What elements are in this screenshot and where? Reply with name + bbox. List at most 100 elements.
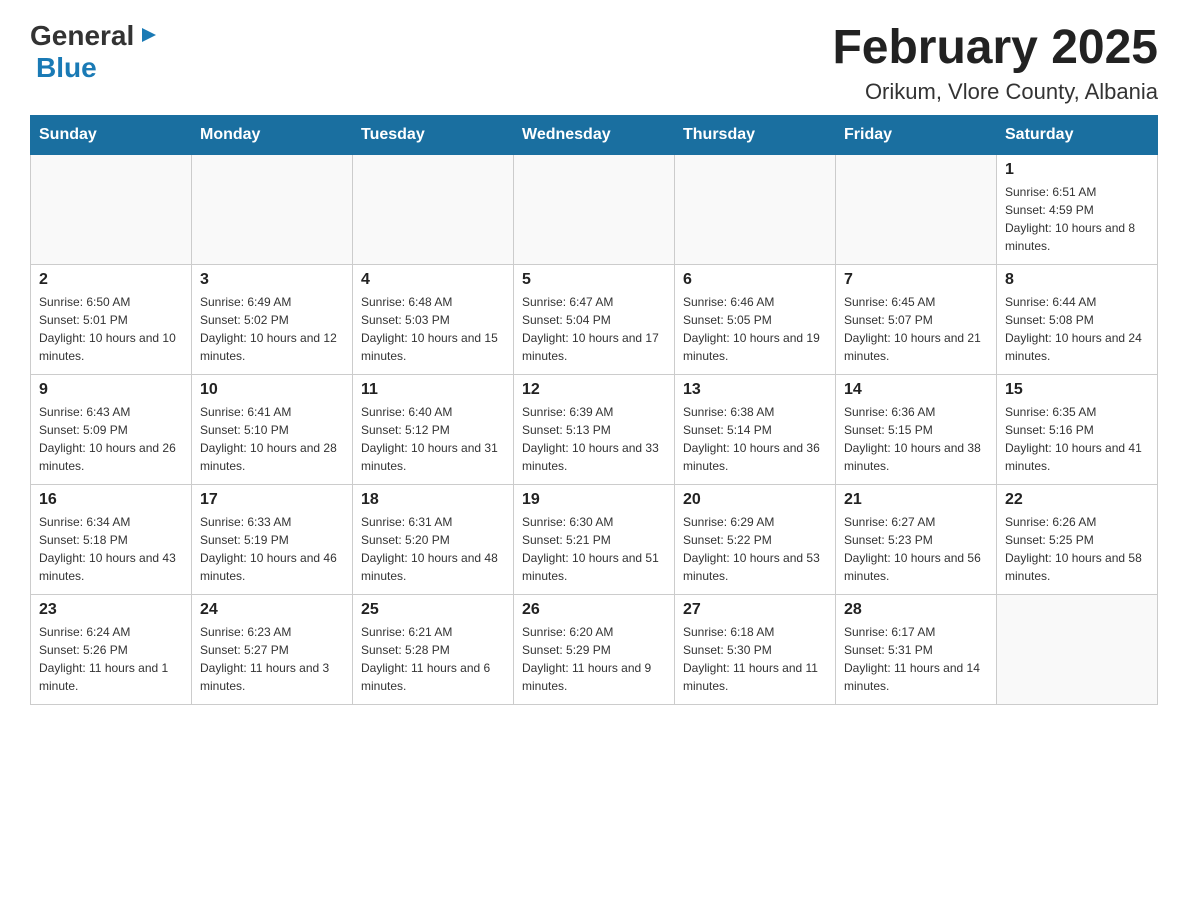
day-number: 15 (1005, 381, 1149, 399)
day-number: 19 (522, 491, 666, 509)
table-row: 26 Sunrise: 6:20 AM Sunset: 5:29 PM Dayli… (514, 595, 675, 705)
table-row (997, 595, 1158, 705)
day-info: Sunrise: 6:30 AM Sunset: 5:21 PM Dayligh… (522, 513, 666, 585)
table-row: 19 Sunrise: 6:30 AM Sunset: 5:21 PM Dayli… (514, 485, 675, 595)
table-row: 16 Sunrise: 6:34 AM Sunset: 5:18 PM Dayli… (31, 485, 192, 595)
table-row: 12 Sunrise: 6:39 AM Sunset: 5:13 PM Dayli… (514, 375, 675, 485)
calendar-week-row: 2 Sunrise: 6:50 AM Sunset: 5:01 PM Daylig… (31, 265, 1158, 375)
table-row: 13 Sunrise: 6:38 AM Sunset: 5:14 PM Dayli… (675, 375, 836, 485)
day-number: 3 (200, 271, 344, 289)
header-wednesday: Wednesday (514, 116, 675, 155)
day-info: Sunrise: 6:24 AM Sunset: 5:26 PM Dayligh… (39, 623, 183, 695)
table-row: 11 Sunrise: 6:40 AM Sunset: 5:12 PM Dayli… (353, 375, 514, 485)
day-info: Sunrise: 6:29 AM Sunset: 5:22 PM Dayligh… (683, 513, 827, 585)
day-info: Sunrise: 6:36 AM Sunset: 5:15 PM Dayligh… (844, 403, 988, 475)
table-row: 5 Sunrise: 6:47 AM Sunset: 5:04 PM Daylig… (514, 265, 675, 375)
header-saturday: Saturday (997, 116, 1158, 155)
table-row: 10Sunrise: 6:41 AM Sunset: 5:10 PM Dayli… (192, 375, 353, 485)
day-number: 16 (39, 491, 183, 509)
day-number: 13 (683, 381, 827, 399)
table-row: 3 Sunrise: 6:49 AM Sunset: 5:02 PM Daylig… (192, 265, 353, 375)
day-number: 2 (39, 271, 183, 289)
table-row (514, 155, 675, 265)
header-thursday: Thursday (675, 116, 836, 155)
table-row: 4Sunrise: 6:48 AM Sunset: 5:03 PM Daylig… (353, 265, 514, 375)
day-number: 22 (1005, 491, 1149, 509)
day-number: 5 (522, 271, 666, 289)
day-info: Sunrise: 6:17 AM Sunset: 5:31 PM Dayligh… (844, 623, 988, 695)
table-row: 9 Sunrise: 6:43 AM Sunset: 5:09 PM Daylig… (31, 375, 192, 485)
day-number: 14 (844, 381, 988, 399)
table-row: 21 Sunrise: 6:27 AM Sunset: 5:23 PM Dayli… (836, 485, 997, 595)
day-info: Sunrise: 6:35 AM Sunset: 5:16 PM Dayligh… (1005, 403, 1149, 475)
calendar-week-row: 1 Sunrise: 6:51 AM Sunset: 4:59 PM Daylig… (31, 155, 1158, 265)
calendar-header-row: Sunday Monday Tuesday Wednesday Thursday… (31, 116, 1158, 155)
day-number: 20 (683, 491, 827, 509)
calendar-subtitle: Orikum, Vlore County, Albania (832, 79, 1158, 105)
day-info: Sunrise: 6:20 AM Sunset: 5:29 PM Dayligh… (522, 623, 666, 695)
day-info: Sunrise: 6:40 AM Sunset: 5:12 PM Dayligh… (361, 403, 505, 475)
header-friday: Friday (836, 116, 997, 155)
calendar-week-row: 16 Sunrise: 6:34 AM Sunset: 5:18 PM Dayli… (31, 485, 1158, 595)
day-number: 6 (683, 271, 827, 289)
day-info: Sunrise: 6:23 AM Sunset: 5:27 PM Dayligh… (200, 623, 344, 695)
calendar-table: Sunday Monday Tuesday Wednesday Thursday… (30, 115, 1158, 705)
table-row: 7 Sunrise: 6:45 AM Sunset: 5:07 PM Daylig… (836, 265, 997, 375)
day-info: Sunrise: 6:39 AM Sunset: 5:13 PM Dayligh… (522, 403, 666, 475)
day-number: 26 (522, 601, 666, 619)
day-info: Sunrise: 6:26 AM Sunset: 5:25 PM Dayligh… (1005, 513, 1149, 585)
table-row: 2 Sunrise: 6:50 AM Sunset: 5:01 PM Daylig… (31, 265, 192, 375)
day-info: Sunrise: 6:21 AM Sunset: 5:28 PM Dayligh… (361, 623, 505, 695)
table-row (836, 155, 997, 265)
day-info: Sunrise: 6:48 AM Sunset: 5:03 PM Dayligh… (361, 293, 505, 365)
day-info: Sunrise: 6:45 AM Sunset: 5:07 PM Dayligh… (844, 293, 988, 365)
table-row: 23Sunrise: 6:24 AM Sunset: 5:26 PM Dayli… (31, 595, 192, 705)
day-number: 27 (683, 601, 827, 619)
day-info: Sunrise: 6:33 AM Sunset: 5:19 PM Dayligh… (200, 513, 344, 585)
table-row: 22 Sunrise: 6:26 AM Sunset: 5:25 PM Dayli… (997, 485, 1158, 595)
table-row: 6Sunrise: 6:46 AM Sunset: 5:05 PM Daylig… (675, 265, 836, 375)
day-info: Sunrise: 6:27 AM Sunset: 5:23 PM Dayligh… (844, 513, 988, 585)
logo-triangle (138, 24, 160, 51)
day-number: 12 (522, 381, 666, 399)
day-info: Sunrise: 6:51 AM Sunset: 4:59 PM Dayligh… (1005, 183, 1149, 255)
table-row: 15 Sunrise: 6:35 AM Sunset: 5:16 PM Dayli… (997, 375, 1158, 485)
logo: General Blue (30, 20, 160, 84)
logo-blue-text: Blue (36, 52, 97, 83)
table-row: 1 Sunrise: 6:51 AM Sunset: 4:59 PM Daylig… (997, 155, 1158, 265)
day-number: 8 (1005, 271, 1149, 289)
table-row: 25 Sunrise: 6:21 AM Sunset: 5:28 PM Dayli… (353, 595, 514, 705)
day-number: 28 (844, 601, 988, 619)
calendar-title: February 2025 (832, 20, 1158, 75)
day-number: 7 (844, 271, 988, 289)
table-row (353, 155, 514, 265)
day-number: 18 (361, 491, 505, 509)
calendar-week-row: 23Sunrise: 6:24 AM Sunset: 5:26 PM Dayli… (31, 595, 1158, 705)
day-number: 9 (39, 381, 183, 399)
table-row (675, 155, 836, 265)
table-row: 20 Sunrise: 6:29 AM Sunset: 5:22 PM Dayli… (675, 485, 836, 595)
table-row: 18Sunrise: 6:31 AM Sunset: 5:20 PM Dayli… (353, 485, 514, 595)
table-row (192, 155, 353, 265)
day-number: 21 (844, 491, 988, 509)
day-info: Sunrise: 6:43 AM Sunset: 5:09 PM Dayligh… (39, 403, 183, 475)
day-info: Sunrise: 6:49 AM Sunset: 5:02 PM Dayligh… (200, 293, 344, 365)
day-number: 17 (200, 491, 344, 509)
day-info: Sunrise: 6:34 AM Sunset: 5:18 PM Dayligh… (39, 513, 183, 585)
table-row: 24Sunrise: 6:23 AM Sunset: 5:27 PM Dayli… (192, 595, 353, 705)
day-info: Sunrise: 6:41 AM Sunset: 5:10 PM Dayligh… (200, 403, 344, 475)
table-row: 8Sunrise: 6:44 AM Sunset: 5:08 PM Daylig… (997, 265, 1158, 375)
day-info: Sunrise: 6:38 AM Sunset: 5:14 PM Dayligh… (683, 403, 827, 475)
header-sunday: Sunday (31, 116, 192, 155)
day-info: Sunrise: 6:50 AM Sunset: 5:01 PM Dayligh… (39, 293, 183, 365)
day-info: Sunrise: 6:47 AM Sunset: 5:04 PM Dayligh… (522, 293, 666, 365)
table-row: 27Sunrise: 6:18 AM Sunset: 5:30 PM Dayli… (675, 595, 836, 705)
table-row: 28 Sunrise: 6:17 AM Sunset: 5:31 PM Dayli… (836, 595, 997, 705)
header-tuesday: Tuesday (353, 116, 514, 155)
header-monday: Monday (192, 116, 353, 155)
day-number: 25 (361, 601, 505, 619)
day-number: 11 (361, 381, 505, 399)
title-block: February 2025 Orikum, Vlore County, Alba… (832, 20, 1158, 105)
day-number: 1 (1005, 161, 1149, 179)
table-row: 17 Sunrise: 6:33 AM Sunset: 5:19 PM Dayli… (192, 485, 353, 595)
